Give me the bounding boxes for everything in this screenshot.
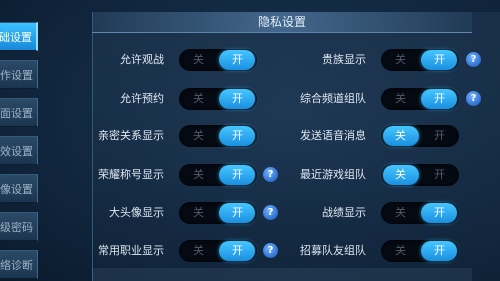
setting-label: 综合频道组队 [300,92,366,105]
setting-label: 最近游戏组队 [300,168,366,181]
toggle-on-label: 开 [232,129,243,142]
toggle-allow-spectate[interactable]: 关开 [179,49,257,71]
toggle-intimacy-display[interactable]: 关开 [179,125,257,147]
next-section-header [92,268,472,281]
help-icon[interactable]: ? [263,243,278,258]
toggle-recruit-teammate-team[interactable]: 关开 [381,240,459,262]
toggle-on-label: 开 [232,244,243,257]
toggle-off-label: 关 [395,168,406,181]
toggle-on-label: 开 [434,53,445,66]
sidebar-tab-effects[interactable]: 效设置 [0,136,38,165]
settings-sidebar: 础设置 作设置 面设置 效设置 像设置 级密码 络诊断 [0,0,38,281]
toggle-on-label: 开 [232,92,243,105]
setting-label: 招募队友组队 [300,244,366,257]
sidebar-tab-controls[interactable]: 作设置 [0,60,38,89]
toggle-off-label: 关 [395,129,406,142]
toggle-off-label: 关 [395,244,406,257]
help-icon[interactable]: ? [466,52,481,67]
toggle-on-label: 开 [434,92,445,105]
sidebar-tab-label: 础设置 [0,30,32,44]
setting-label: 允许观战 [120,53,164,66]
toggle-off-label: 关 [395,206,406,219]
sidebar-tab-label: 像设置 [0,182,33,196]
toggle-on-label: 开 [434,129,445,142]
setting-label: 战绩显示 [322,206,366,219]
toggle-allow-reservation[interactable]: 关开 [179,88,257,110]
toggle-honor-title-display[interactable]: 关开 [179,164,257,186]
setting-label: 亲密关系显示 [98,129,164,142]
setting-label: 允许预约 [120,92,164,105]
toggle-send-voice-message[interactable]: 关开 [381,125,459,147]
toggle-noble-display[interactable]: 关开 [381,49,459,71]
toggle-record-display[interactable]: 关开 [381,202,459,224]
help-icon[interactable]: ? [263,205,278,220]
toggle-off-label: 关 [193,244,204,257]
toggle-common-role-display[interactable]: 关开 [179,240,257,262]
toggle-off-label: 关 [193,129,204,142]
sidebar-tab-label: 级密码 [0,220,33,234]
help-icon[interactable]: ? [263,167,278,182]
toggle-off-label: 关 [395,53,406,66]
toggle-on-label: 开 [232,168,243,181]
setting-label: 发送语音消息 [300,129,366,142]
sidebar-tab-label: 效设置 [0,144,33,158]
setting-label: 常用职业显示 [98,244,164,257]
toggle-off-label: 关 [395,92,406,105]
toggle-recent-game-team[interactable]: 关开 [381,164,459,186]
sidebar-tab-label: 作设置 [0,68,33,82]
toggle-off-label: 关 [193,53,204,66]
sidebar-tab-label: 络诊断 [0,258,33,272]
setting-label: 大头像显示 [109,206,164,219]
toggle-off-label: 关 [193,92,204,105]
toggle-off-label: 关 [193,168,204,181]
toggle-large-avatar-display[interactable]: 关开 [179,202,257,224]
toggle-on-label: 开 [434,206,445,219]
toggle-off-label: 关 [193,206,204,219]
setting-label: 贵族显示 [322,53,366,66]
sidebar-tab-network[interactable]: 络诊断 [0,250,38,279]
toggle-on-label: 开 [434,244,445,257]
toggle-on-label: 开 [434,168,445,181]
toggle-general-channel-team[interactable]: 关开 [381,88,459,110]
sidebar-tab-basic[interactable]: 础设置 [0,22,38,51]
sidebar-tab-picture[interactable]: 像设置 [0,174,38,203]
toggle-on-label: 开 [232,53,243,66]
setting-label: 荣耀称号显示 [98,168,164,181]
panel-title: 隐私设置 [257,15,306,29]
sidebar-tab-label: 面设置 [0,106,33,120]
help-icon[interactable]: ? [466,91,481,106]
sidebar-tab-interface[interactable]: 面设置 [0,98,38,127]
sidebar-tab-password[interactable]: 级密码 [0,212,38,241]
toggle-on-label: 开 [232,206,243,219]
